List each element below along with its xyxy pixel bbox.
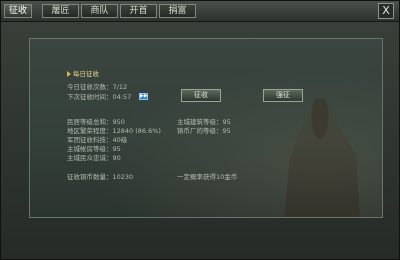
stat-accounting-room: 主城帐房等级：95: [67, 145, 121, 153]
next-levy-time: 下次征收时间：04:57: [67, 93, 132, 101]
tab-caravan[interactable]: 商队: [81, 4, 118, 18]
levy-coin-amount: 征收铜币数量：10230: [67, 173, 134, 181]
tab-craftsman[interactable]: 屠匠: [42, 4, 79, 18]
today-levy-count: 今日征收次数：7/12: [67, 83, 128, 91]
stat-mint-level: 铸币厂的等级：95: [177, 127, 231, 135]
stat-building-level: 主城建筑等级：95: [177, 118, 231, 126]
triangle-right-icon: [67, 71, 71, 77]
levy-window: 征收 屠匠 商队 开首 捐富 X 每日征收 今日征收次数：7/12 下次征收时间…: [0, 0, 400, 260]
close-button[interactable]: X: [378, 3, 394, 19]
tab-bar: 征收 屠匠 商队 开首 捐富 X: [1, 1, 399, 22]
stat-levy-tech: 军团征收科技：40级: [67, 136, 128, 144]
stat-residence-level: 民居等级总和：950: [67, 118, 125, 126]
levy-button[interactable]: 征收: [181, 89, 221, 102]
force-levy-button[interactable]: 强征: [263, 89, 303, 102]
gold-chance-note: 一定概率获得10金币: [177, 173, 238, 181]
background-figure: [284, 99, 360, 217]
fast-forward-icon[interactable]: ▶▶: [139, 93, 148, 100]
daily-levy-header: 每日征收: [73, 70, 99, 78]
stat-prosperity: 地区繁荣程度：12840 (86.6%): [67, 127, 161, 135]
stat-loyalty: 主城民众忠诚：90: [67, 154, 121, 162]
tab-levy[interactable]: 征收: [4, 4, 32, 18]
tab-kaishou[interactable]: 开首: [120, 4, 157, 18]
tab-donate[interactable]: 捐富: [159, 4, 196, 18]
